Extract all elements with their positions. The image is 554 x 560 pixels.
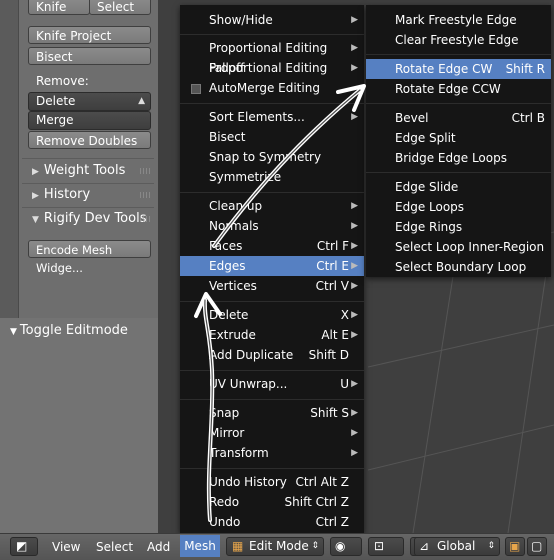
pivot-point-selector[interactable]: ⊡ [368,537,404,556]
menu-mesh[interactable]: Mesh [180,535,220,557]
orientation-selector[interactable]: ⊿ Global ⇕ [414,537,500,556]
layer-button-1[interactable]: ▣ [505,537,525,556]
editor-type-selector[interactable]: ◩ [10,537,38,556]
orientation-label: Global [437,539,476,553]
mode-selector[interactable]: ▦ Edit Mode ⇕ [226,537,324,556]
3d-view-header: ◩ View Select Add Mesh ▦ Edit Mode ⇕ ◉ ⊡… [0,533,554,560]
mode-label: Edit Mode [249,539,309,553]
updown-icon: ⇕ [487,541,495,551]
annotation-arrows [194,84,366,522]
menu-view[interactable]: View [52,539,80,555]
box-icon: ▣ [509,539,521,553]
menu-add[interactable]: Add [147,539,170,555]
edit-mode-icon: ▦ [232,539,244,553]
cube-icon: ◩ [16,539,28,553]
pivot-icon: ⊡ [374,539,385,553]
menu-select[interactable]: Select [96,539,133,555]
viewport-shading-selector[interactable]: ◉ [330,537,362,556]
orientation-icon: ⊿ [419,539,430,553]
layer-button-2[interactable]: ▢ [527,537,547,556]
updown-icon: ⇕ [311,541,319,551]
sphere-icon: ◉ [335,539,346,553]
box-icon: ▢ [531,539,543,553]
